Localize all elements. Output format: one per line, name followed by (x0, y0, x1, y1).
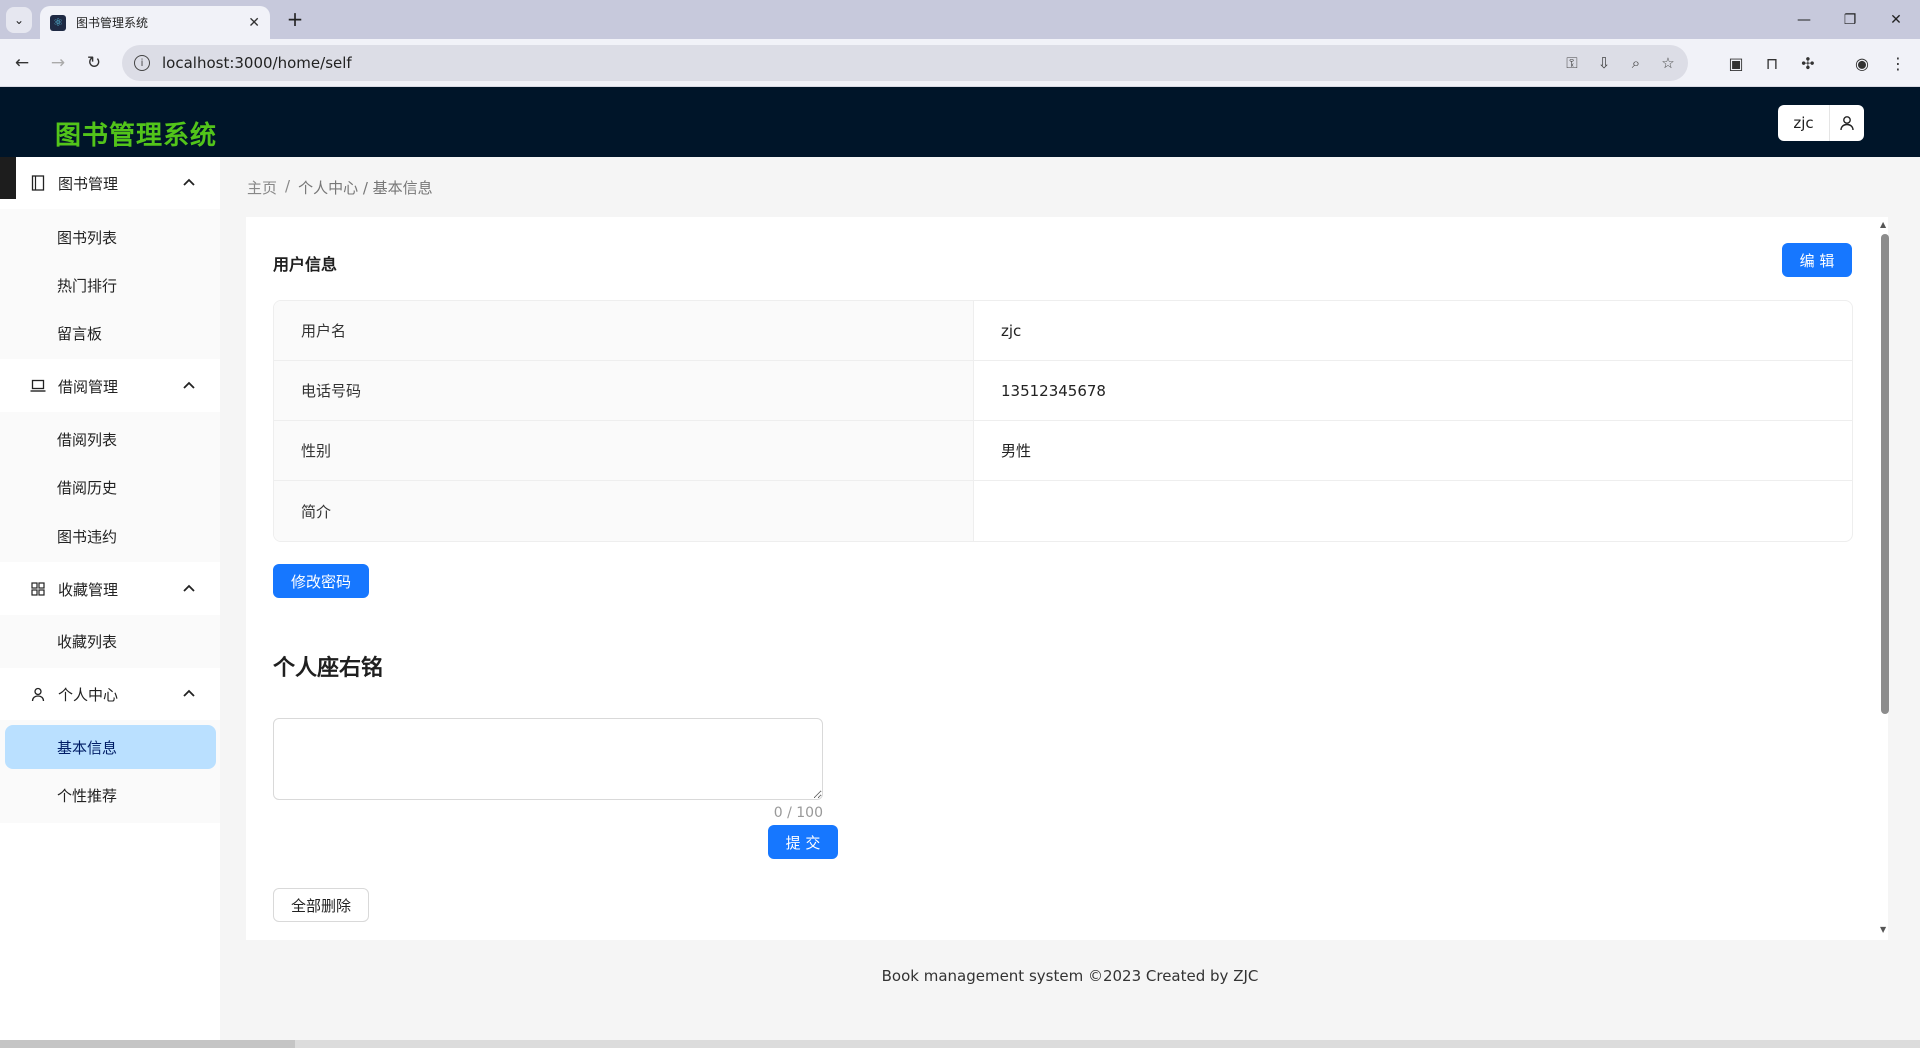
breadcrumb: 主页 / 个人中心 / 基本信息 (247, 177, 433, 198)
motto-title: 个人座右铭 (273, 656, 384, 681)
sidebar-item-message-board[interactable]: 留言板 (0, 311, 220, 355)
chevron-up-icon (182, 175, 196, 189)
table-row: 电话号码 13512345678 (274, 361, 1852, 421)
book-icon (30, 175, 46, 191)
tab-title: 图书管理系统 (76, 16, 149, 30)
row-value (974, 481, 1852, 541)
back-button[interactable]: ← (10, 51, 34, 75)
forward-button[interactable]: → (46, 51, 70, 75)
plus-icon: + (286, 7, 304, 31)
restore-icon: ❐ (1843, 12, 1857, 28)
browser-tab[interactable]: ⚛ 图书管理系统 ✕ (40, 6, 270, 39)
react-favicon-icon: ⚛ (50, 14, 66, 31)
new-tab-button[interactable]: + (282, 6, 308, 32)
app-header: 图书管理系统 zjc (0, 87, 1920, 157)
tab-search-button[interactable]: ⌄ (6, 7, 32, 33)
table-row: 用户名 zjc (274, 301, 1852, 361)
sidebar-group-label: 个人中心 (58, 685, 119, 704)
content-card: 用户信息 编 辑 用户名 zjc 电话号码 13512345678 性别 男性 … (246, 217, 1888, 940)
sidebar-group-borrow-management[interactable]: 借阅管理 (0, 360, 220, 412)
zoom-icon[interactable]: ⌕ (1626, 53, 1646, 73)
info-icon[interactable]: i (134, 55, 150, 71)
page-footer: Book management system ©2023 Created by … (881, 967, 1259, 985)
browser-toolbar: ← → ↻ i localhost:3000/home/self ⚿ ⇩ ⌕ ☆… (0, 39, 1920, 87)
extensions-puzzle-icon[interactable]: ✣ (1796, 51, 1820, 75)
arrow-left-icon: ← (14, 53, 30, 73)
scroll-up-arrow-icon[interactable]: ▲ (1880, 220, 1886, 229)
breadcrumb-separator: / (285, 177, 291, 195)
sidebar-group-label: 图书管理 (58, 174, 119, 193)
row-label: 性别 (274, 421, 974, 480)
horizontal-scrollbar-thumb[interactable] (0, 1040, 295, 1048)
sidebar-group-label: 收藏管理 (58, 580, 119, 599)
user-icon[interactable] (1830, 105, 1864, 141)
url-text[interactable]: localhost:3000/home/self (162, 54, 352, 72)
grid-icon (30, 581, 46, 597)
more-vertical-icon[interactable]: ⋮ (1886, 51, 1910, 75)
sidebar-group-favorites-management[interactable]: 收藏管理 (0, 563, 220, 615)
close-icon[interactable]: ✕ (248, 15, 260, 31)
chevron-up-icon (182, 686, 196, 700)
reload-button[interactable]: ↻ (82, 51, 106, 75)
address-bar[interactable]: i localhost:3000/home/self ⚿ ⇩ ⌕ ☆ (122, 45, 1688, 81)
app-logo: 图书管理系统 (55, 121, 218, 151)
install-icon[interactable]: ⇩ (1594, 53, 1614, 73)
star-icon[interactable]: ☆ (1658, 53, 1678, 73)
extension-app-icon[interactable]: ▣ (1724, 51, 1748, 75)
change-password-button[interactable]: 修改密码 (273, 564, 369, 598)
row-value: 13512345678 (1001, 381, 1106, 400)
sidebar-group-personal-center[interactable]: 个人中心 (0, 668, 220, 720)
username[interactable]: zjc (1778, 105, 1830, 141)
sidebar-item-basic-info[interactable]: 基本信息 (5, 725, 216, 769)
scroll-down-arrow-icon[interactable]: ▼ (1880, 925, 1886, 934)
arrow-right-icon: → (50, 53, 66, 73)
restore-button[interactable]: ❐ (1828, 6, 1872, 34)
chevron-up-icon (182, 378, 196, 392)
bookmark-icon[interactable]: ⊓ (1760, 51, 1784, 75)
breadcrumb-current: 个人中心 / 基本信息 (298, 179, 433, 197)
sidebar-item-personal-recommendation[interactable]: 个性推荐 (0, 773, 220, 817)
close-icon: ✕ (1890, 12, 1902, 28)
user-info-table: 用户名 zjc 电话号码 13512345678 性别 男性 简介 (273, 300, 1853, 542)
minimize-icon: — (1797, 12, 1811, 28)
edit-button[interactable]: 编 辑 (1782, 243, 1852, 277)
key-icon[interactable]: ⚿ (1562, 53, 1582, 73)
row-value: zjc (1001, 321, 1022, 340)
chevron-up-icon (182, 581, 196, 595)
motto-textarea[interactable] (273, 718, 823, 800)
laptop-icon (30, 378, 46, 394)
user-menu[interactable]: zjc (1778, 105, 1864, 141)
sidebar-item-borrow-history[interactable]: 借阅历史 (0, 465, 220, 509)
table-row: 性别 男性 (274, 421, 1852, 481)
user-icon (30, 686, 46, 702)
sidebar-item-borrow-list[interactable]: 借阅列表 (0, 417, 220, 461)
sidebar-group-book-management[interactable]: 图书管理 (0, 157, 220, 209)
delete-all-button[interactable]: 全部删除 (273, 888, 369, 922)
row-label: 电话号码 (274, 361, 974, 420)
table-row: 简介 (274, 481, 1852, 541)
sidebar-item-book-list[interactable]: 图书列表 (0, 215, 220, 259)
sidebar-item-favorites-list[interactable]: 收藏列表 (0, 619, 220, 663)
sidebar-item-book-violation[interactable]: 图书违约 (0, 514, 220, 558)
row-label: 用户名 (274, 301, 974, 360)
row-label: 简介 (274, 481, 974, 541)
close-window-button[interactable]: ✕ (1874, 6, 1918, 34)
user-info-title: 用户信息 (273, 255, 338, 274)
profile-avatar-icon[interactable]: ◉ (1850, 51, 1874, 75)
sidebar-group-label: 借阅管理 (58, 377, 119, 396)
row-value: 男性 (1001, 442, 1032, 460)
chevron-down-icon: ⌄ (13, 13, 25, 27)
browser-tab-bar: ⌄ ⚛ 图书管理系统 ✕ + — ❐ ✕ (0, 0, 1920, 39)
breadcrumb-home[interactable]: 主页 (247, 177, 277, 198)
submit-button[interactable]: 提 交 (768, 825, 838, 859)
minimize-button[interactable]: — (1782, 6, 1826, 34)
scrollbar-thumb[interactable] (1881, 234, 1889, 714)
sidebar-item-hot-ranking[interactable]: 热门排行 (0, 263, 220, 307)
motto-char-count: 0 / 100 (773, 805, 823, 821)
reload-icon: ↻ (86, 53, 102, 73)
